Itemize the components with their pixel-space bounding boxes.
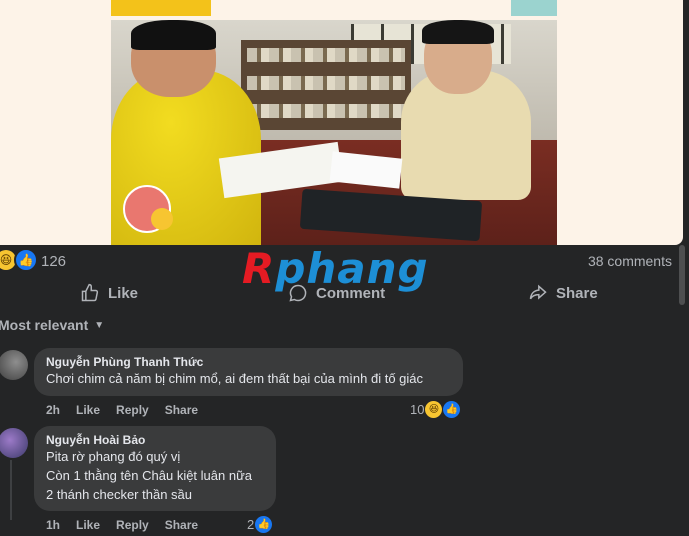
share-arrow-icon (529, 284, 547, 300)
post-photo[interactable] (111, 0, 557, 245)
comment-author[interactable]: Nguyễn Hoài Bảo (46, 433, 264, 447)
haha-reaction-icon: 😆 (425, 401, 443, 418)
comment-share-button[interactable]: Share (165, 403, 198, 417)
comment-bubble: Nguyễn Hoài Bảo Pita rờ phang đó quý vị … (34, 426, 276, 511)
comment-meta: 1h Like Reply Share (46, 518, 214, 532)
comment-like-button[interactable]: Like (76, 403, 100, 417)
commenter-avatar[interactable] (0, 350, 28, 380)
post-image-card (0, 0, 683, 245)
laughing-emoji-icon (151, 208, 173, 230)
like-reaction-icon: 👍 (255, 516, 273, 533)
comment-like-button[interactable]: Like (76, 518, 100, 532)
thread-line (10, 460, 12, 520)
caret-down-icon: ▼ (94, 319, 105, 331)
post-reaction-summary[interactable]: 😆 👍 126 38 comments (0, 248, 689, 274)
comment-meta: 2h Like Reply Share (46, 403, 214, 417)
comment-share-button[interactable]: Share (165, 518, 198, 532)
comment-time[interactable]: 1h (46, 518, 60, 532)
share-button[interactable]: Share (528, 280, 598, 306)
comment-reaction-count[interactable]: 10 😆 👍 (410, 401, 461, 418)
comment-text: Chơi chim cả năm bị chim mổ, ai đem thất… (46, 371, 424, 386)
comment-time[interactable]: 2h (46, 403, 60, 417)
comment-text-line: Còn 1 thằng tên Châu kiệt luân nữa (46, 468, 253, 483)
comment-button[interactable]: Comment (288, 280, 385, 306)
like-reaction-icon: 👍 (14, 248, 38, 272)
comments-count-link[interactable]: 38 comments (588, 253, 672, 269)
comment-sort-dropdown[interactable]: Most relevant ▼ (0, 317, 104, 333)
comment-text-line: Pita rờ phang đó quý vị (46, 449, 181, 464)
thumbs-up-icon (81, 283, 99, 302)
like-button[interactable]: Like (80, 280, 138, 306)
post-action-bar: Like Comment Share (0, 280, 689, 306)
comment-reaction-count[interactable]: 2 👍 (247, 516, 273, 533)
reaction-count[interactable]: 126 (41, 253, 66, 270)
like-reaction-icon: 👍 (443, 401, 461, 418)
comment-author[interactable]: Nguyễn Phùng Thanh Thức (46, 355, 451, 369)
comment-bubble: Nguyễn Phùng Thanh Thức Chơi chim cả năm… (34, 348, 463, 396)
comment-reply-button[interactable]: Reply (116, 518, 149, 532)
commenter-avatar[interactable] (0, 428, 28, 458)
comment-text-line: 2 thánh checker thần sầu (46, 487, 192, 502)
comment-bubble-icon (289, 284, 307, 302)
comment-reply-button[interactable]: Reply (116, 403, 149, 417)
